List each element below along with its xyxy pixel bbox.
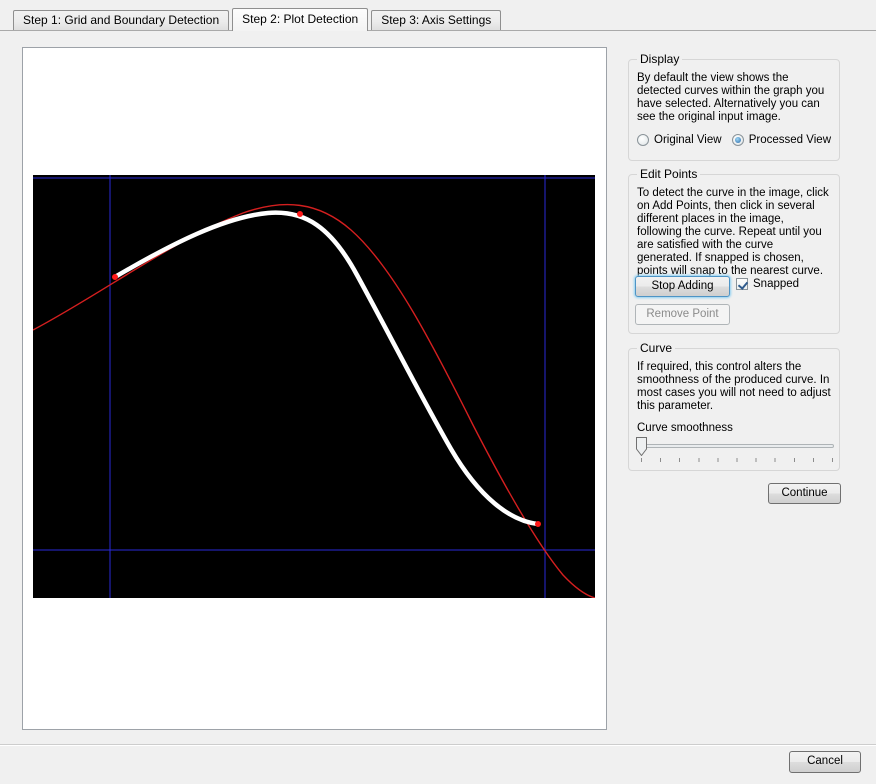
view-radio-row: Original View Processed View [637,134,831,146]
snapped-checkbox[interactable]: Snapped [736,278,799,290]
curve-group-label: Curve [637,341,675,355]
edit-points-description: To detect the curve in the image, click … [637,187,831,278]
snapped-checkbox-box [736,278,748,290]
remove-point-button[interactable]: Remove Point [635,304,730,325]
display-group-label: Display [637,52,682,66]
radio-processed-view[interactable]: Processed View [732,134,831,146]
slider-thumb[interactable] [636,437,647,456]
radio-original-icon [637,134,649,146]
image-panel [22,47,607,730]
radio-processed-label: Processed View [749,134,831,146]
radio-original-label: Original View [654,134,722,146]
slider-tick-marks [641,458,834,462]
continue-button[interactable]: Continue [768,483,841,504]
curve-smoothness-slider[interactable] [636,436,834,463]
tab-step1-grid-boundary[interactable]: Step 1: Grid and Boundary Detection [13,10,229,30]
edit-points-group: Edit Points To detect the curve in the i… [628,174,840,334]
tab-step3-axis-settings[interactable]: Step 3: Axis Settings [371,10,501,30]
display-description: By default the view shows the detected c… [637,72,831,124]
curve-group: Curve If required, this control alters t… [628,348,840,471]
radio-original-view[interactable]: Original View [637,134,722,146]
slider-track[interactable] [636,444,834,448]
curve-smoothness-label: Curve smoothness [637,422,831,434]
edit-points-group-label: Edit Points [637,167,700,181]
tab-bar: Step 1: Grid and Boundary Detection Step… [13,7,504,31]
snapped-checkbox-label: Snapped [753,278,799,290]
bottom-divider [0,744,876,745]
plot-background [33,175,595,598]
curve-description: If required, this control alters the smo… [637,361,831,413]
tab-step2-plot-detection[interactable]: Step 2: Plot Detection [232,8,368,31]
cancel-button[interactable]: Cancel [789,751,861,773]
display-group: Display By default the view shows the de… [628,59,840,161]
plot-canvas[interactable] [33,175,595,598]
stop-adding-button[interactable]: Stop Adding [635,276,730,297]
radio-processed-icon [732,134,744,146]
